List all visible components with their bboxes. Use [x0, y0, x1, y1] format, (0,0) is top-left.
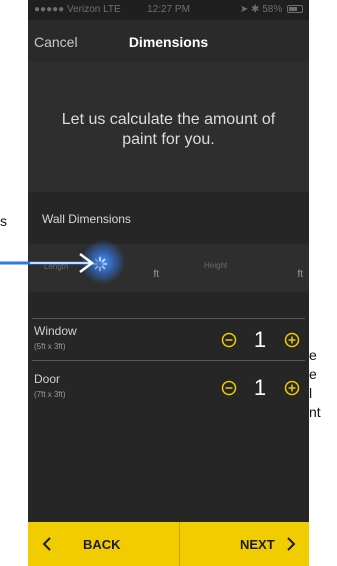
chevron-left-icon	[42, 537, 51, 551]
status-right: ➤ ✱ 58%	[240, 4, 303, 15]
hero-panel: Let us calculate the amount of paint for…	[28, 62, 309, 192]
divider	[32, 318, 305, 319]
back-label: BACK	[83, 537, 121, 552]
battery-percent: 58%	[262, 4, 283, 15]
height-field[interactable]: Height ft	[168, 244, 309, 292]
window-count: 1	[253, 327, 267, 352]
battery-icon	[287, 5, 303, 14]
divider	[32, 360, 305, 361]
height-label: Height	[204, 261, 228, 270]
footer-bar: BACK NEXT	[28, 522, 309, 566]
nav-bar: Cancel Dimensions	[28, 20, 309, 62]
status-bar: ●●●●● Verizon LTE 12:27 PM ➤ ✱ 58%	[28, 0, 309, 20]
back-button[interactable]: BACK	[28, 522, 179, 566]
background-text-line: e	[309, 366, 317, 382]
window-title: Window	[34, 324, 77, 338]
length-unit: ft	[153, 269, 159, 280]
door-count: 1	[253, 375, 267, 400]
phone-screen: ●●●●● Verizon LTE 12:27 PM ➤ ✱ 58% Cance…	[28, 0, 309, 566]
window-decrement-button[interactable]	[221, 332, 237, 348]
background-text-line: nt	[309, 404, 321, 420]
background-text-left: s	[0, 213, 7, 229]
door-decrement-button[interactable]	[221, 380, 237, 396]
bluetooth-icon: ✱	[251, 4, 260, 15]
wall-dimensions-label: Wall Dimensions	[42, 212, 131, 226]
annotation-arrow-icon	[0, 253, 95, 273]
window-row: Window (5ft x 3ft) 1	[28, 318, 309, 368]
background-text-line: e	[309, 347, 317, 363]
location-icon: ➤	[239, 4, 249, 15]
door-title: Door	[34, 372, 61, 386]
chevron-right-icon	[287, 537, 296, 551]
hero-message: Let us calculate the amount of paint for…	[61, 111, 276, 148]
page-title: Dimensions	[128, 34, 209, 50]
next-button[interactable]: NEXT	[180, 522, 309, 566]
background-text-line: l	[309, 385, 313, 401]
door-row: Door (7ft x 3ft) 1	[28, 366, 309, 416]
background-text-right: e e l nt	[309, 346, 321, 422]
next-label: NEXT	[240, 537, 275, 552]
door-size: (7ft x 3ft)	[34, 390, 66, 399]
height-unit: ft	[297, 269, 303, 280]
window-size: (5ft x 3ft)	[34, 342, 66, 351]
window-increment-button[interactable]	[284, 332, 300, 348]
door-increment-button[interactable]	[284, 380, 300, 396]
